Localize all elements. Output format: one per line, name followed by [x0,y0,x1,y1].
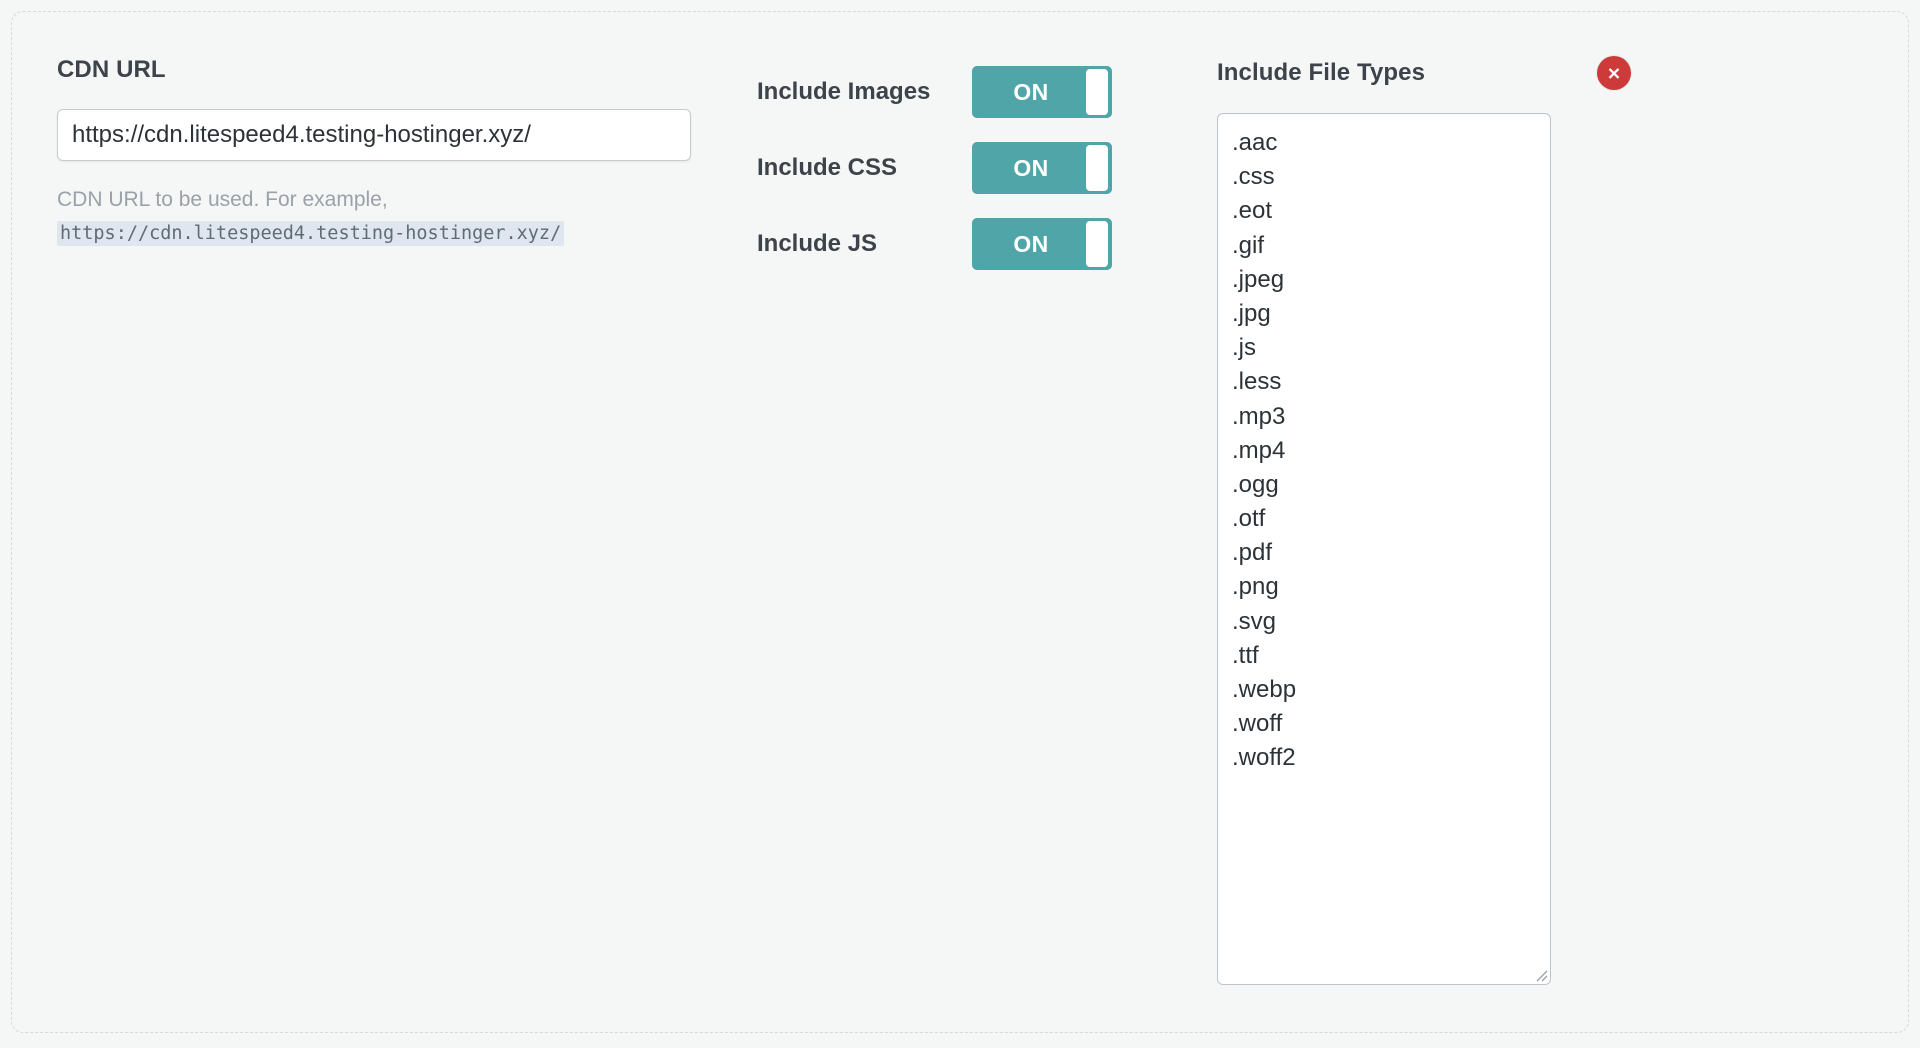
toggle-row-include-images: Include Images ON [757,60,1177,124]
file-types-list: .aac .css .eot .gif .jpeg .jpg .js .less… [1232,126,1536,776]
include-file-types-label: Include File Types [1217,59,1597,88]
include-images-toggle[interactable]: ON [972,66,1112,118]
file-type-item: .ttf [1232,639,1536,673]
file-type-item: .webp [1232,673,1536,707]
include-css-label: Include CSS [757,154,972,183]
cdn-url-input[interactable] [57,109,691,161]
toggle-row-include-js: Include JS ON [757,212,1177,276]
close-circle-icon[interactable] [1597,56,1631,90]
file-type-item: .js [1232,331,1536,365]
file-type-item: .pdf [1232,536,1536,570]
file-type-item: .png [1232,570,1536,604]
cdn-url-label: CDN URL [57,56,717,85]
resize-handle-icon[interactable] [1532,966,1548,982]
cdn-settings-panel: CDN URL CDN URL to be used. For example,… [11,11,1909,1033]
cdn-url-help-text: CDN URL to be used. For example, https:/… [57,183,657,249]
file-type-item: .gif [1232,229,1536,263]
include-js-toggle-state: ON [1013,231,1048,258]
toggle-knob-icon [1086,221,1108,267]
file-type-item: .less [1232,365,1536,399]
include-file-types-group: Include File Types .aac .css .eot .gif .… [1217,56,1877,985]
toggle-row-include-css: Include CSS ON [757,136,1177,200]
file-type-item: .mp3 [1232,400,1536,434]
file-type-item: .woff2 [1232,741,1536,775]
file-type-item: .otf [1232,502,1536,536]
include-css-toggle-state: ON [1013,155,1048,182]
include-toggles-group: Include Images ON Include CSS ON Include… [757,60,1177,288]
include-file-types-header: Include File Types [1217,56,1877,90]
cdn-url-help-code: https://cdn.litespeed4.testing-hostinger… [57,221,564,246]
file-type-item: .woff [1232,707,1536,741]
include-js-label: Include JS [757,230,972,259]
include-file-types-textarea[interactable]: .aac .css .eot .gif .jpeg .jpg .js .less… [1217,113,1551,985]
cdn-url-help-prefix: CDN URL to be used. For example, [57,188,388,211]
toggle-knob-icon [1086,69,1108,115]
include-images-toggle-state: ON [1013,79,1048,106]
file-type-item: .ogg [1232,468,1536,502]
include-js-toggle[interactable]: ON [972,218,1112,270]
file-type-item: .eot [1232,194,1536,228]
file-type-item: .css [1232,160,1536,194]
file-type-item: .mp4 [1232,434,1536,468]
include-css-toggle[interactable]: ON [972,142,1112,194]
include-images-label: Include Images [757,78,972,107]
file-type-item: .aac [1232,126,1536,160]
cdn-url-field-group: CDN URL CDN URL to be used. For example,… [57,56,717,249]
toggle-knob-icon [1086,145,1108,191]
file-type-item: .jpg [1232,297,1536,331]
file-type-item: .svg [1232,605,1536,639]
file-type-item: .jpeg [1232,263,1536,297]
